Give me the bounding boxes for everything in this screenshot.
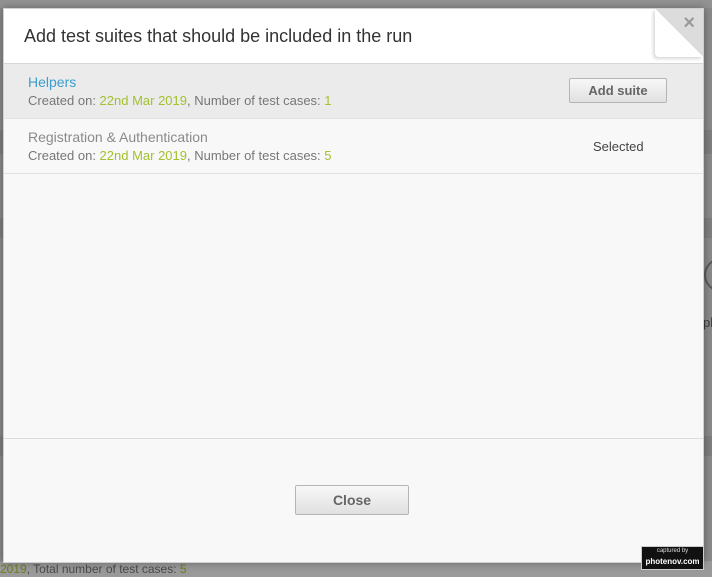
modal-title: Add test suites that should be included … bbox=[24, 26, 413, 46]
cases-count: 1 bbox=[324, 93, 332, 108]
cases-count: 5 bbox=[324, 148, 332, 163]
suite-row-registration: Registration & Authentication Created on… bbox=[4, 119, 703, 174]
suite-name: Registration & Authentication bbox=[28, 129, 208, 145]
suite-list: Helpers Created on: 22nd Mar 2019, Numbe… bbox=[4, 64, 703, 174]
corner-fold: × bbox=[655, 9, 703, 57]
background-footer-count: 5 bbox=[179, 562, 187, 576]
add-suite-button[interactable]: Add suite bbox=[569, 78, 667, 103]
footer-divider bbox=[4, 438, 703, 439]
close-button[interactable]: Close bbox=[295, 485, 409, 515]
suite-name-link[interactable]: Helpers bbox=[28, 74, 76, 90]
watermark-top-text: captured by bbox=[656, 548, 689, 554]
suite-meta: Created on: 22nd Mar 2019, Number of tes… bbox=[28, 93, 332, 108]
created-date: 22nd Mar 2019 bbox=[99, 148, 187, 163]
background-text-fragment: pl bbox=[703, 315, 712, 330]
created-label: Created on: bbox=[28, 93, 100, 108]
background-footer-text: 2019, Total number of test cases: 5 bbox=[0, 561, 712, 577]
modal-header: Add test suites that should be included … bbox=[4, 9, 703, 64]
background-band bbox=[0, 0, 712, 8]
watermark-bottom-text: photenov.com bbox=[645, 557, 700, 566]
created-date: 22nd Mar 2019 bbox=[99, 93, 187, 108]
suite-meta: Created on: 22nd Mar 2019, Number of tes… bbox=[28, 148, 332, 163]
add-suites-modal: Add test suites that should be included … bbox=[3, 8, 704, 563]
background-circle-icon bbox=[704, 258, 712, 292]
cases-label: , Number of test cases: bbox=[187, 93, 325, 108]
background-footer-label: , Total number of test cases: bbox=[26, 562, 180, 576]
suite-row-helpers: Helpers Created on: 22nd Mar 2019, Numbe… bbox=[4, 64, 703, 119]
watermark-badge: captured by photenov.com bbox=[641, 546, 704, 570]
background-footer-date: 2019 bbox=[0, 562, 27, 576]
close-icon[interactable]: × bbox=[683, 12, 695, 34]
selected-status: Selected bbox=[593, 139, 644, 154]
cases-label: , Number of test cases: bbox=[187, 148, 325, 163]
created-label: Created on: bbox=[28, 148, 100, 163]
